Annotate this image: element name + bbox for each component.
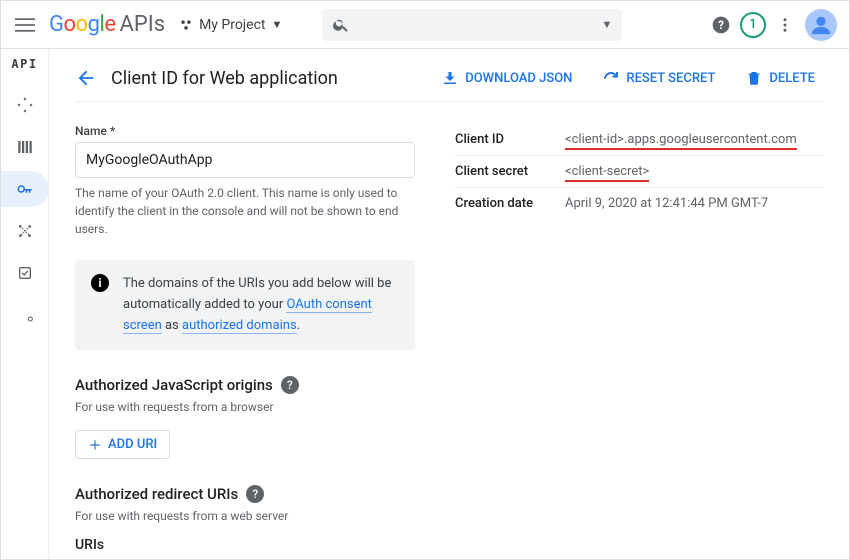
creation-date-label: Creation date <box>455 196 565 211</box>
reset-secret-button[interactable]: RESET SECRET <box>594 65 723 91</box>
download-icon <box>441 69 459 87</box>
info-box: i The domains of the URIs you add below … <box>75 260 415 350</box>
redirect-uris-sub: For use with requests from a web server <box>75 509 415 523</box>
notification-badge[interactable]: 1 <box>737 9 769 41</box>
sidebar-item-settings[interactable] <box>5 297 45 333</box>
client-secret-value: <client-secret> <box>565 164 649 179</box>
page-header: Client ID for Web application DOWNLOAD J… <box>75 65 823 102</box>
help-icon[interactable]: ? <box>705 9 737 41</box>
redirect-uris-title: Authorized redirect URIs ? <box>75 485 415 503</box>
sidebar-item-dashboard[interactable] <box>5 87 45 123</box>
project-selector[interactable]: My Project ▼ <box>179 17 282 33</box>
delete-button[interactable]: DELETE <box>737 65 823 91</box>
sidebar: API <box>1 49 49 559</box>
back-arrow-icon[interactable] <box>75 67 97 89</box>
sidebar-item-library[interactable] <box>5 129 45 165</box>
sidebar-item-domain[interactable] <box>5 255 45 291</box>
client-id-value: <client-id>.apps.googleusercontent.com <box>565 132 797 147</box>
more-icon[interactable] <box>769 9 801 41</box>
client-id-label: Client ID <box>455 132 565 147</box>
trash-icon <box>745 69 763 87</box>
menu-icon[interactable] <box>13 13 37 37</box>
client-secret-row: Client secret <client-secret> <box>455 156 823 188</box>
authorized-domains-link[interactable]: authorized domains <box>182 318 297 334</box>
project-name: My Project <box>199 17 265 33</box>
js-origins-title: Authorized JavaScript origins ? <box>75 376 415 394</box>
add-uri-button[interactable]: ADD URI <box>75 430 170 459</box>
google-logo: Google <box>49 12 115 37</box>
search-input[interactable] <box>350 17 601 33</box>
info-icon: i <box>91 274 109 292</box>
download-json-button[interactable]: DOWNLOAD JSON <box>433 65 580 91</box>
client-id-row: Client ID <client-id>.apps.googleusercon… <box>455 124 823 156</box>
project-icon <box>179 18 193 32</box>
sidebar-logo: API <box>11 57 37 71</box>
chevron-down-icon: ▼ <box>272 18 283 31</box>
client-secret-label: Client secret <box>455 164 565 179</box>
top-bar: Google APIs My Project ▼ ▼ ? 1 <box>1 1 849 49</box>
name-input[interactable] <box>75 142 415 178</box>
plus-icon <box>88 438 102 452</box>
refresh-icon <box>602 69 620 87</box>
name-label: Name * <box>75 124 415 138</box>
search-icon <box>332 16 350 34</box>
chevron-down-icon[interactable]: ▼ <box>602 18 613 31</box>
info-text: The domains of the URIs you add below wi… <box>123 274 399 336</box>
creation-date-row: Creation date April 9, 2020 at 12:41:44 … <box>455 188 823 219</box>
main-content: Client ID for Web application DOWNLOAD J… <box>49 49 849 559</box>
js-origins-sub: For use with requests from a browser <box>75 400 415 414</box>
avatar[interactable] <box>805 9 837 41</box>
creation-date-value: April 9, 2020 at 12:41:44 PM GMT-7 <box>565 196 768 211</box>
svg-text:?: ? <box>718 18 724 32</box>
sidebar-item-credentials[interactable] <box>1 171 49 207</box>
sidebar-item-consent[interactable] <box>5 213 45 249</box>
help-icon[interactable]: ? <box>281 376 299 394</box>
apis-label: APIs <box>119 12 165 37</box>
page-title: Client ID for Web application <box>111 68 419 89</box>
name-help: The name of your OAuth 2.0 client. This … <box>75 184 415 238</box>
help-icon[interactable]: ? <box>246 485 264 503</box>
search-box[interactable]: ▼ <box>322 9 622 41</box>
uris-label: URIs <box>75 537 415 553</box>
